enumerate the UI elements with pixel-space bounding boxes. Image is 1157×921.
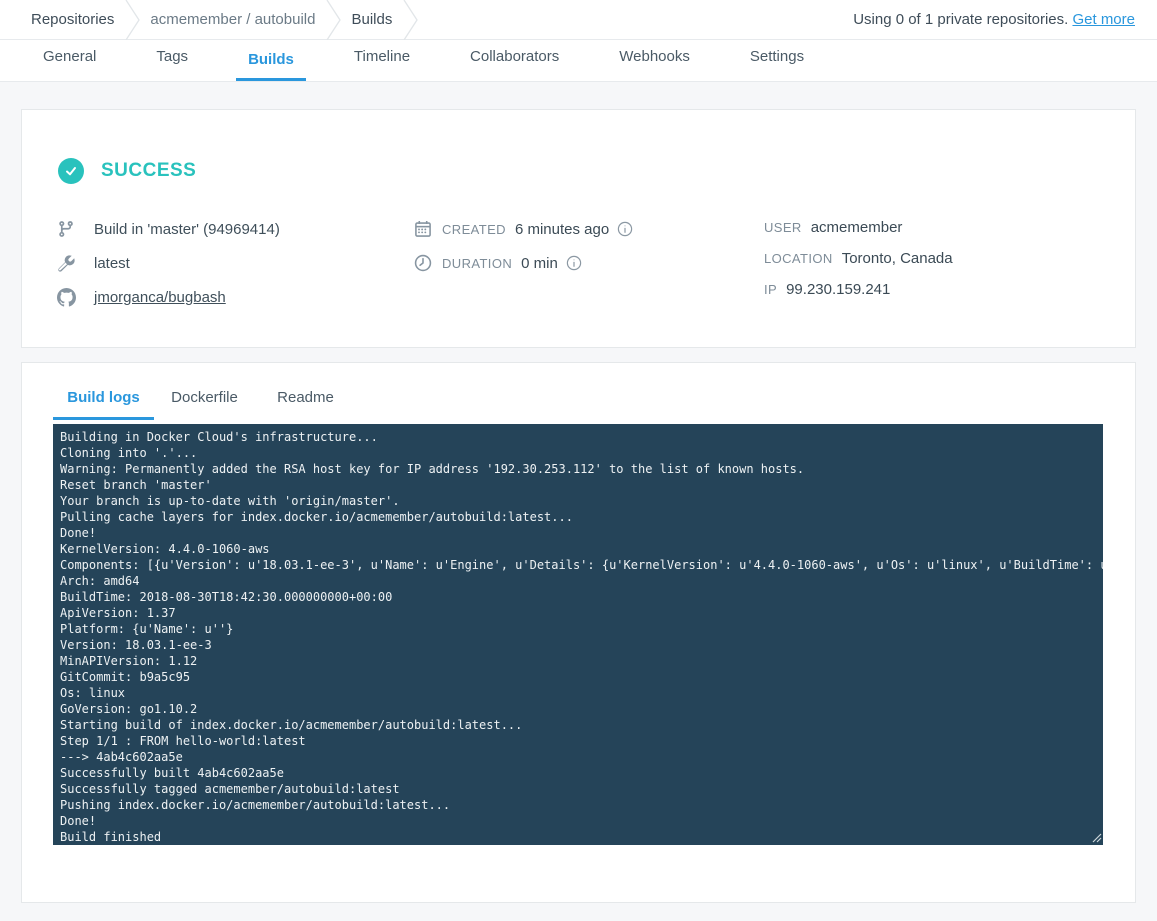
build-summary-card: SUCCESS Build in 'master' (94969414) lat…	[21, 109, 1136, 348]
info-icon[interactable]	[617, 221, 633, 237]
github-icon	[56, 288, 76, 307]
private-repo-usage: Using 0 of 1 private repositories. Get m…	[853, 11, 1135, 28]
clock-icon	[413, 254, 433, 272]
duration-value: 0 min	[521, 255, 558, 272]
breadcrumb: Repositories acmemember / autobuild Buil…	[31, 0, 428, 39]
duration-row: DURATION 0 min	[413, 246, 764, 280]
chevron-right-icon	[326, 0, 342, 40]
info-icon[interactable]	[566, 255, 582, 271]
user-column: USER acmemember LOCATION Toronto, Canada…	[764, 212, 1101, 314]
location-label: LOCATION	[764, 251, 833, 266]
tab-general[interactable]: General	[31, 48, 108, 81]
status-badge: SUCCESS	[101, 160, 196, 182]
tab-builds[interactable]: Builds	[236, 51, 306, 81]
user-row: USER acmemember	[764, 212, 1101, 243]
user-value: acmemember	[811, 219, 903, 236]
build-ref-text: Build in 'master' (94969414)	[94, 221, 280, 238]
build-log-console[interactable]: Building in Docker Cloud's infrastructur…	[53, 424, 1103, 845]
tab-build-logs[interactable]: Build logs	[53, 389, 154, 420]
created-value: 6 minutes ago	[515, 221, 609, 238]
tab-timeline[interactable]: Timeline	[342, 48, 422, 81]
log-tab-bar: Build logs Dockerfile Readme	[53, 389, 1104, 420]
repo-link-row: jmorganca/bugbash	[56, 280, 413, 314]
breadcrumb-builds[interactable]: Builds	[351, 11, 392, 28]
tag-text: latest	[94, 255, 130, 272]
source-repo-link[interactable]: jmorganca/bugbash	[94, 289, 226, 306]
source-column: Build in 'master' (94969414) latest jmor…	[56, 212, 413, 314]
location-row: LOCATION Toronto, Canada	[764, 243, 1101, 274]
chevron-right-icon	[125, 0, 141, 40]
repo-tab-bar: General Tags Builds Timeline Collaborato…	[0, 40, 1157, 82]
ip-label: IP	[764, 282, 777, 297]
tag-row: latest	[56, 246, 413, 280]
tab-webhooks[interactable]: Webhooks	[607, 48, 702, 81]
get-more-link[interactable]: Get more	[1072, 11, 1135, 28]
tab-tags[interactable]: Tags	[144, 48, 200, 81]
timing-column: CREATED 6 minutes ago DURATION 0 min	[413, 212, 764, 314]
tab-readme[interactable]: Readme	[255, 389, 356, 420]
build-status: SUCCESS	[58, 158, 1101, 184]
check-circle-icon	[58, 158, 84, 184]
usage-text: Using 0 of 1 private repositories.	[853, 11, 1068, 28]
git-branch-icon	[56, 220, 76, 238]
chevron-right-icon	[403, 0, 419, 40]
tab-settings[interactable]: Settings	[738, 48, 816, 81]
ip-row: IP 99.230.159.241	[764, 274, 1101, 305]
breadcrumb-repo[interactable]: acmemember / autobuild	[150, 11, 315, 28]
tab-dockerfile[interactable]: Dockerfile	[154, 389, 255, 420]
breadcrumb-bar: Repositories acmemember / autobuild Buil…	[0, 0, 1157, 40]
duration-label: DURATION	[442, 256, 512, 271]
location-value: Toronto, Canada	[842, 250, 953, 267]
build-details: Build in 'master' (94969414) latest jmor…	[56, 212, 1101, 314]
resize-grip-icon[interactable]	[1090, 831, 1102, 843]
wrench-icon	[56, 255, 76, 272]
build-ref-row: Build in 'master' (94969414)	[56, 212, 413, 246]
user-label: USER	[764, 220, 802, 235]
console-wrap: Building in Docker Cloud's infrastructur…	[53, 424, 1104, 845]
created-row: CREATED 6 minutes ago	[413, 212, 764, 246]
main-content: SUCCESS Build in 'master' (94969414) lat…	[0, 82, 1157, 903]
ip-value: 99.230.159.241	[786, 281, 890, 298]
created-label: CREATED	[442, 222, 506, 237]
breadcrumb-repositories[interactable]: Repositories	[31, 11, 114, 28]
calendar-icon	[413, 220, 433, 238]
build-logs-card: Build logs Dockerfile Readme Building in…	[21, 362, 1136, 903]
tab-collaborators[interactable]: Collaborators	[458, 48, 571, 81]
